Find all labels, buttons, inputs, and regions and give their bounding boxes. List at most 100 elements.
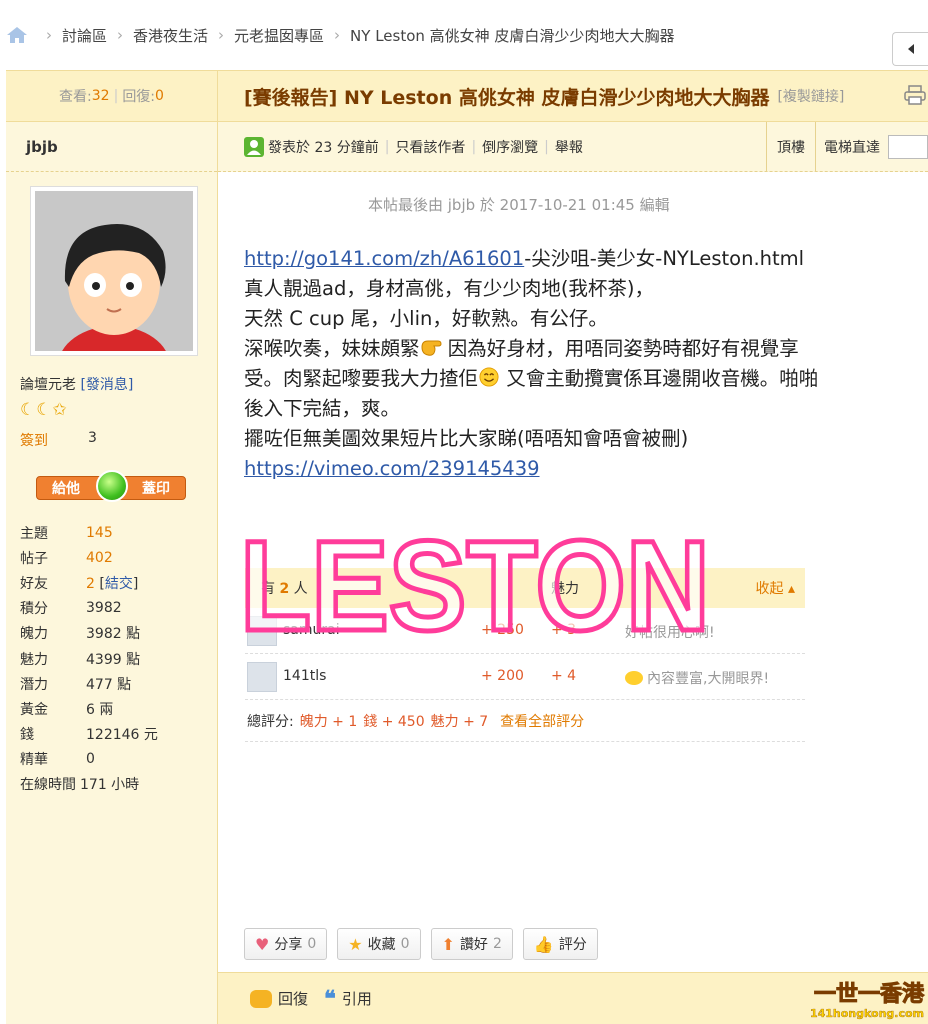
rating-table: 有 2 人 魅力 收起 ▴ samurai + 250 + 3 好帖很用心啊! … — [245, 568, 805, 742]
sidebar-toggle-button[interactable] — [892, 32, 928, 66]
rank-title: 論壇元老 — [20, 377, 76, 393]
like-button[interactable]: ⬆ 讚好 2 — [430, 928, 513, 960]
collapse-ratings-button[interactable]: 收起 ▴ — [756, 578, 795, 598]
elevator-label: 電梯直達 — [824, 140, 880, 156]
author-name[interactable]: jbjb — [6, 122, 217, 172]
post-meta-bar: 發表於 23 分鐘前 | 只看該作者 | 倒序瀏覽 | 舉報 頂樓 電梯直達 — [218, 122, 928, 172]
rating-header: 有 2 人 魅力 收起 ▴ — [245, 568, 805, 608]
site-logo: 一世一香港 141hongkong.com — [809, 982, 925, 1020]
quote-icon: ❝ — [324, 985, 336, 1012]
chevron-right-icon: › — [218, 26, 225, 44]
home-icon[interactable] — [6, 26, 28, 44]
rater-name[interactable]: 141tls — [283, 668, 326, 684]
avatar[interactable] — [247, 662, 277, 692]
stat-value: 3982 點 — [86, 626, 141, 643]
chevron-right-icon: › — [334, 26, 341, 44]
chevron-right-icon: › — [46, 26, 52, 44]
rater-name[interactable]: samurai — [283, 622, 340, 638]
stat-value[interactable]: 145 — [86, 525, 113, 541]
user-online-icon — [244, 136, 264, 157]
stat-row: 積分 3982 — [20, 600, 122, 618]
quote-button[interactable]: ❝ 引用 — [324, 986, 372, 1012]
stat-value[interactable]: 2 [結交] — [86, 573, 138, 593]
post-content: http://go141.com/zh/A61601-尖沙咀-美少女-NYLes… — [244, 247, 819, 480]
stamp-left-label: 給他 — [52, 481, 80, 497]
breadcrumb-item[interactable]: 討論區 — [62, 25, 107, 46]
up-arrow-icon: ⬆ — [441, 934, 455, 954]
video-link[interactable]: https://vimeo.com/239145439 — [244, 457, 540, 480]
stat-row: 好友 2 [結交] — [20, 570, 158, 595]
green-ball-icon — [96, 470, 128, 502]
author-stats: 主題 145 帖子 402 好友 2 [結交] 積分 3982 魄力 3982 點 魅力 4… — [20, 520, 158, 797]
avatar[interactable] — [30, 186, 198, 356]
sunglasses-icon — [625, 671, 643, 685]
stat-value: 122146 元 — [86, 727, 158, 744]
breadcrumb-item[interactable]: 香港夜生活 — [133, 25, 208, 46]
checkin: 簽到 3 — [20, 430, 97, 450]
smile-icon — [479, 367, 499, 387]
favorite-button[interactable]: ★ 收藏 0 — [337, 928, 421, 960]
only-author-link[interactable]: 只看該作者 — [395, 137, 465, 157]
report-link[interactable]: 舉報 — [555, 137, 583, 157]
stat-value[interactable]: 402 — [86, 550, 113, 566]
avatar[interactable] — [247, 616, 277, 646]
reverse-order-link[interactable]: 倒序瀏覽 — [482, 137, 538, 157]
rating-gold: + 250 — [481, 622, 524, 638]
stat-row: 錢 122146 元 — [20, 722, 158, 747]
add-friend-link[interactable]: 結交 — [105, 576, 133, 592]
thread-title: [賽後報告] NY Leston 高佻女神 皮膚白滑少少肉地大大胸器 [複製鏈接… — [244, 71, 844, 121]
rating-row: 141tls + 200 + 4 內容豐富,大開眼界! — [245, 654, 805, 700]
charm-column-header: 魅力 — [551, 581, 579, 597]
floor-jump-input[interactable] — [888, 135, 928, 159]
breadcrumb-item[interactable]: NY Leston 高佻女神 皮膚白滑少少肉地大大胸器 — [350, 25, 674, 46]
thumb-icon: 👍 — [533, 934, 554, 954]
stat-value: 3982 — [86, 600, 122, 617]
breadcrumb-item[interactable]: 元老揾囡專區 — [234, 25, 324, 46]
rating-charm: + 4 — [551, 668, 577, 684]
reply-button[interactable]: 回復 — [250, 988, 308, 1009]
stat-value: 171 小時 — [80, 777, 140, 794]
stat-row: 魅力 4399 點 — [20, 646, 158, 671]
checkin-label: 簽到 — [20, 433, 48, 449]
breadcrumb: › 討論區 › 香港夜生活 › 元老揾囡專區 › NY Leston 高佻女神 … — [0, 0, 928, 70]
total-charm: 魅力 + 7 — [430, 713, 489, 730]
replies-label: 回復: — [122, 89, 156, 105]
rating-summary: 總評分: 魄力 + 1 錢 + 450 魅力 + 7 查看全部評分 — [245, 700, 805, 742]
caret-up-icon: ▴ — [787, 581, 795, 597]
top-floor-button[interactable]: 頂樓 — [766, 122, 816, 172]
star-icon: ★ — [348, 934, 363, 954]
stamp-button[interactable]: 給他 蓋印 — [36, 470, 186, 504]
stamp-right-label: 蓋印 — [142, 481, 170, 497]
rating-reason: 好帖很用心啊! — [625, 625, 715, 641]
stat-value: 0 — [86, 751, 95, 768]
post-actions: ♥ 分享 0 ★ 收藏 0 ⬆ 讚好 2 👍 評分 — [244, 928, 598, 960]
pointing-hand-icon — [421, 340, 442, 356]
checkin-value: 3 — [88, 430, 97, 446]
rate-button[interactable]: 👍 評分 — [522, 928, 598, 960]
copy-link[interactable]: [複製鏈接] — [777, 86, 844, 106]
thread-stats: 查看: 32 | 回復: 0 — [6, 71, 218, 121]
stat-row: 在線時間 171 小時 — [20, 772, 158, 797]
stat-row: 帖子 402 — [20, 549, 113, 567]
chevron-right-icon: › — [117, 26, 124, 44]
send-message-link[interactable]: [發消息] — [80, 377, 133, 393]
post-link[interactable]: http://go141.com/zh/A61601 — [244, 247, 524, 270]
total-money: 錢 + 450 — [363, 713, 425, 730]
stat-value: 4399 點 — [86, 651, 141, 668]
stat-value: 477 點 — [86, 676, 132, 693]
rating-gold: + 200 — [481, 668, 524, 684]
heart-icon: ♥ — [255, 934, 270, 954]
edit-notice: 本帖最後由 jbjb 於 2017-10-21 01:45 編輯 — [368, 196, 670, 214]
share-button[interactable]: ♥ 分享 0 — [244, 928, 328, 960]
author-sidebar: jbjb 論壇元老 [發消息] ☾☾✩ 簽到 3 給他 蓋印 主題 145 帖子… — [6, 122, 218, 1024]
print-icon[interactable] — [904, 85, 926, 105]
stat-row: 魄力 3982 點 — [20, 621, 158, 646]
thread-title-text: [賽後報告] NY Leston 高佻女神 皮膚白滑少少肉地大大胸器 — [244, 86, 770, 109]
author-rank: 論壇元老 [發消息] — [20, 374, 133, 394]
views-label: 查看: — [59, 89, 92, 105]
views-count: 32 — [91, 88, 110, 104]
avatar-image — [35, 191, 193, 351]
stat-row: 主題 145 — [20, 524, 113, 542]
view-all-ratings-link[interactable]: 查看全部評分 — [500, 711, 584, 731]
post-time: 發表於 23 分鐘前 — [268, 139, 379, 156]
